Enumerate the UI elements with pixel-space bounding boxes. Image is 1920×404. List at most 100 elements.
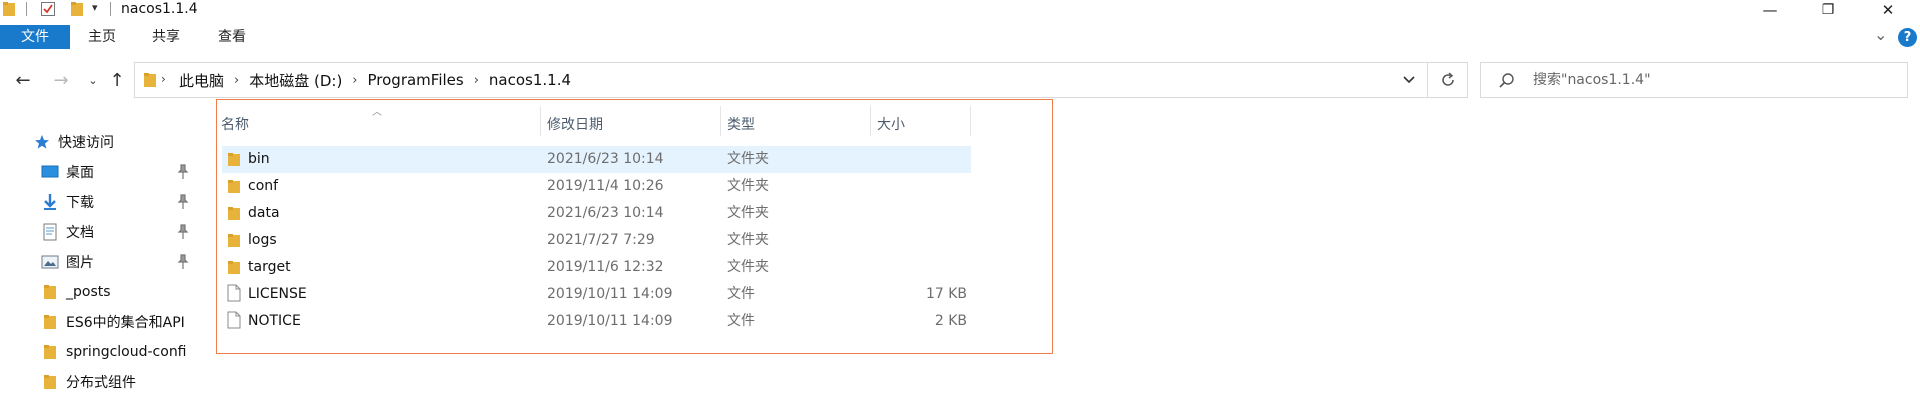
close-button[interactable]: ✕ xyxy=(1865,0,1911,20)
column-divider[interactable] xyxy=(870,106,871,136)
tab-file[interactable]: 文件 xyxy=(0,25,70,49)
file-list: ︿ 名称 修改日期 类型 大小 bin 2021/6/23 10:14 文件夹 … xyxy=(216,99,1053,354)
search-input[interactable] xyxy=(1531,67,1891,93)
pin-icon[interactable] xyxy=(176,224,190,240)
file-date: 2021/6/23 10:14 xyxy=(547,151,664,167)
address-bar[interactable]: › 此电脑 › 本地磁盘 (D:) › ProgramFiles › nacos… xyxy=(134,62,1428,98)
breadcrumb-chevron-icon[interactable]: › xyxy=(161,72,166,86)
tab-view[interactable]: 查看 xyxy=(212,25,252,49)
file-name: NOTICE xyxy=(248,313,301,329)
properties-check-icon[interactable] xyxy=(40,0,56,18)
file-size: 17 KB xyxy=(925,286,967,302)
desktop-icon xyxy=(40,163,60,181)
folder-icon xyxy=(40,373,60,391)
breadcrumb-separator-icon[interactable]: › xyxy=(468,73,485,88)
file-type: 文件夹 xyxy=(727,232,769,248)
refresh-button[interactable] xyxy=(1428,62,1468,98)
column-divider[interactable] xyxy=(720,106,721,136)
column-divider[interactable] xyxy=(970,106,971,136)
recent-locations-chevron-icon[interactable]: ⌄ xyxy=(80,67,106,93)
pin-icon[interactable] xyxy=(176,254,190,270)
column-header-size[interactable]: 大小 xyxy=(877,106,967,142)
folder-icon xyxy=(40,283,60,301)
address-history-chevron-icon[interactable] xyxy=(1391,63,1427,97)
file-row-notice[interactable]: NOTICE 2019/10/11 14:09 文件 2 KB xyxy=(222,308,971,335)
search-icon xyxy=(1499,73,1514,88)
file-row-data[interactable]: data 2021/6/23 10:14 文件夹 xyxy=(222,200,971,227)
toolbar-divider xyxy=(26,2,27,16)
breadcrumb-programfiles[interactable]: ProgramFiles xyxy=(364,71,468,89)
sidebar-item-label: 分布式组件 xyxy=(66,375,136,391)
folder-icon xyxy=(228,261,240,274)
sidebar-item-downloads[interactable]: 下载 xyxy=(40,188,94,216)
file-row-bin[interactable]: bin 2021/6/23 10:14 文件夹 xyxy=(222,146,971,173)
search-box[interactable] xyxy=(1480,62,1908,98)
sidebar-item-posts[interactable]: _posts xyxy=(40,278,111,306)
sidebar-item-desktop[interactable]: 桌面 xyxy=(40,158,94,186)
breadcrumb-separator-icon[interactable]: › xyxy=(228,73,245,88)
sidebar-item-pictures[interactable]: 图片 xyxy=(40,248,94,276)
folder-icon xyxy=(228,234,240,247)
document-icon xyxy=(40,223,60,241)
help-icon[interactable]: ? xyxy=(1898,28,1917,47)
ribbon-tabs: 文件 主页 共享 查看 ⌄ ? xyxy=(0,25,1920,51)
sidebar-item-documents[interactable]: 文档 xyxy=(40,218,94,246)
file-type: 文件夹 xyxy=(727,205,769,221)
sidebar-item-es6[interactable]: ES6中的集合和API xyxy=(40,308,200,336)
sidebar-item-label: ES6中的集合和API xyxy=(66,315,185,331)
file-row-license[interactable]: LICENSE 2019/10/11 14:09 文件 17 KB xyxy=(222,281,971,308)
file-row-conf[interactable]: conf 2019/11/4 10:26 文件夹 xyxy=(222,173,971,200)
file-size xyxy=(887,200,967,227)
breadcrumb-this-pc[interactable]: 此电脑 xyxy=(175,70,228,91)
pin-icon[interactable] xyxy=(176,164,190,180)
breadcrumb-separator-icon[interactable]: › xyxy=(346,73,363,88)
expand-ribbon-icon[interactable]: ⌄ xyxy=(1874,25,1887,44)
customize-toolbar-dropdown-icon[interactable]: ▾ xyxy=(92,1,98,14)
pin-icon[interactable] xyxy=(176,194,190,210)
file-name: data xyxy=(248,205,280,221)
file-size: 2 KB xyxy=(934,313,967,329)
sidebar-item-label: 桌面 xyxy=(66,165,94,181)
file-size xyxy=(887,227,967,254)
file-icon xyxy=(227,311,241,329)
back-button[interactable]: ← xyxy=(10,67,36,93)
sidebar-item-label: 文档 xyxy=(66,225,94,241)
up-button[interactable]: ↑ xyxy=(104,67,130,93)
file-date: 2019/10/11 14:09 xyxy=(547,286,673,302)
sidebar-item-label: 下载 xyxy=(66,195,94,211)
breadcrumb: 此电脑 › 本地磁盘 (D:) › ProgramFiles › nacos1.… xyxy=(175,63,575,97)
window-title: nacos1.1.4 xyxy=(121,1,198,17)
folder-icon xyxy=(228,153,240,166)
folder-icon xyxy=(228,207,240,220)
breadcrumb-local-disk-d[interactable]: 本地磁盘 (D:) xyxy=(245,70,346,91)
sidebar-item-label: _posts xyxy=(66,284,111,300)
file-row-logs[interactable]: logs 2021/7/27 7:29 文件夹 xyxy=(222,227,971,254)
download-icon xyxy=(40,193,60,211)
toolbar-divider xyxy=(110,2,111,16)
minimize-button[interactable]: — xyxy=(1747,0,1793,20)
new-folder-icon[interactable] xyxy=(70,0,84,18)
column-header-date[interactable]: 修改日期 xyxy=(547,106,727,142)
column-header-type[interactable]: 类型 xyxy=(727,106,872,142)
sidebar-item-springcloud[interactable]: springcloud-confi xyxy=(40,338,200,366)
file-date: 2021/6/23 10:14 xyxy=(547,205,664,221)
forward-button[interactable]: → xyxy=(48,67,74,93)
picture-icon xyxy=(40,253,60,271)
breadcrumb-nacos[interactable]: nacos1.1.4 xyxy=(485,71,575,89)
sidebar-item-quick-access[interactable]: 快速访问 xyxy=(32,128,114,156)
file-name: bin xyxy=(248,151,270,167)
navigation-pane: 快速访问 桌面 下载 文档 图片 _posts ES6中的集合和API spri… xyxy=(0,128,200,404)
column-header-name[interactable]: 名称 xyxy=(221,106,541,142)
file-row-target[interactable]: target 2019/11/6 12:32 文件夹 xyxy=(222,254,971,281)
file-date: 2019/11/6 12:32 xyxy=(547,259,664,275)
folder-icon xyxy=(40,313,60,331)
file-name: logs xyxy=(248,232,277,248)
sidebar-item-distributed[interactable]: 分布式组件 xyxy=(40,368,136,396)
folder-icon[interactable] xyxy=(2,0,16,18)
tab-home[interactable]: 主页 xyxy=(82,25,122,49)
restore-button[interactable]: ❐ xyxy=(1805,0,1851,20)
title-bar: ▾ nacos1.1.4 — ❐ ✕ xyxy=(0,0,1920,23)
column-divider[interactable] xyxy=(540,106,541,136)
folder-icon xyxy=(40,343,60,361)
tab-share[interactable]: 共享 xyxy=(146,25,186,49)
